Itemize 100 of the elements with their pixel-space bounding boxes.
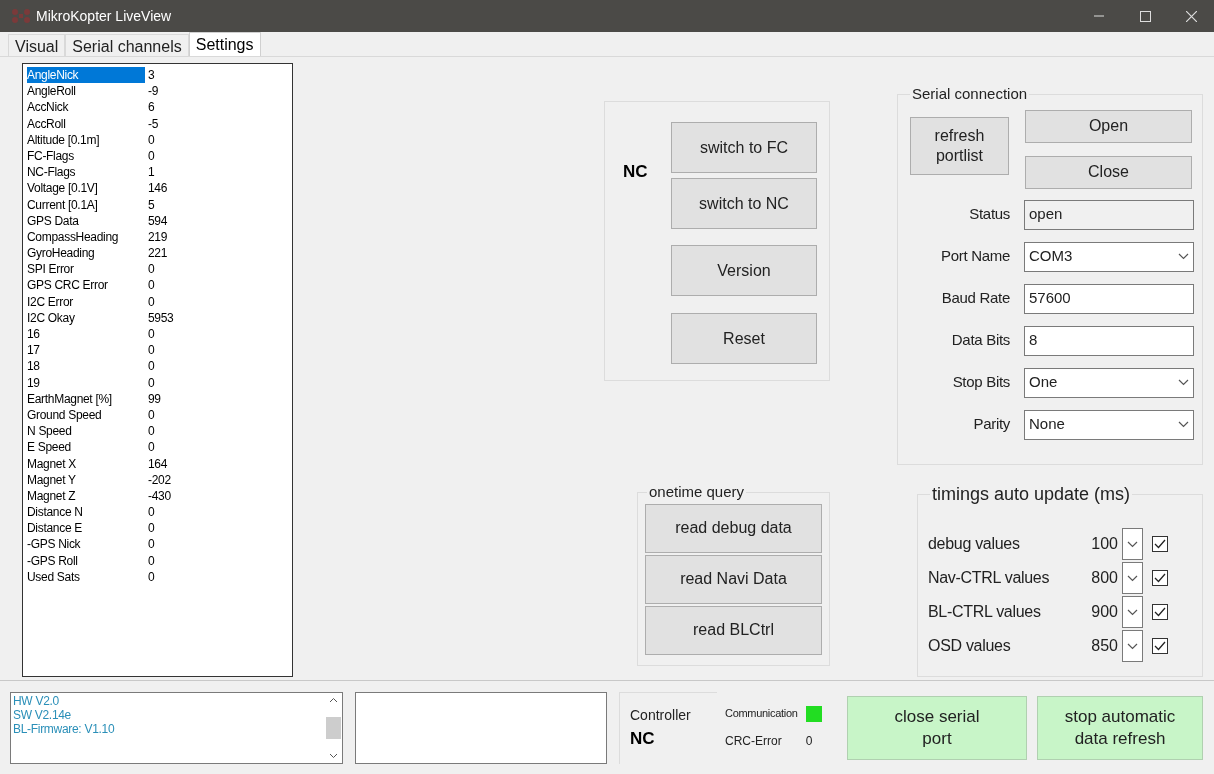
channel-name: FC-Flags: [27, 147, 75, 165]
list-row[interactable]: I2C Okay 5953: [27, 309, 292, 326]
channel-value: 6: [148, 99, 155, 116]
query-button[interactable]: read debug data: [645, 503, 822, 553]
stop-refresh-button[interactable]: stop automatic data refresh: [1037, 695, 1203, 760]
channel-name: Distance E: [27, 520, 84, 537]
tab[interactable]: Settings: [188, 32, 261, 56]
channel-name: Distance N: [27, 504, 84, 521]
close-button[interactable]: Close: [1025, 155, 1192, 189]
channel-name: GPS CRC Error: [27, 277, 109, 294]
check-icon: [1154, 607, 1166, 617]
tab[interactable]: Visual: [8, 34, 66, 56]
list-row[interactable]: -GPS Roll 0: [27, 552, 292, 569]
chevron-down-icon: [1178, 253, 1189, 260]
list-row[interactable]: Voltage [0.1V] 146: [27, 180, 292, 197]
chevron-down-icon: [1178, 379, 1189, 386]
chevron-down-icon: [1127, 642, 1138, 650]
spin-dropdown[interactable]: [1122, 630, 1143, 662]
close-icon: [1185, 10, 1197, 22]
channel-value: 0: [148, 358, 155, 375]
switch-button[interactable]: switch to NC: [671, 178, 817, 229]
channel-value: 0: [148, 536, 155, 553]
scroll-up-icon: [329, 696, 338, 703]
checkbox[interactable]: [1152, 604, 1168, 620]
channel-name: GyroHeading: [27, 245, 96, 262]
field-value: None: [1029, 414, 1065, 435]
channel-name: EarthMagnet [%]: [27, 390, 113, 407]
list-row[interactable]: Current [0.1A] 5: [27, 196, 292, 213]
reset-button[interactable]: Reset: [671, 313, 817, 364]
channel-value: -5: [148, 115, 159, 132]
list-row[interactable]: Ground Speed 0: [27, 406, 292, 424]
channel-name: -GPS Roll: [27, 552, 79, 569]
channel-value: 219: [148, 228, 168, 246]
list-row[interactable]: Used Sats 0: [27, 568, 292, 585]
dropdown[interactable]: COM3: [1024, 241, 1194, 272]
channel-name: Altitude [0.1m]: [27, 131, 101, 148]
channel-value: -202: [148, 471, 171, 488]
version-line: SW V2.14e: [13, 707, 72, 722]
list-row[interactable]: 18 0: [27, 358, 292, 375]
channel-value: 0: [148, 147, 155, 165]
input-field[interactable]: 57600: [1024, 283, 1194, 314]
list-row[interactable]: Magnet Z -430: [27, 487, 292, 505]
spin-dropdown[interactable]: [1122, 596, 1143, 628]
list-row[interactable]: SPI Error 0: [27, 261, 292, 278]
list-row[interactable]: E Speed 0: [27, 439, 292, 456]
close-port-button[interactable]: close serial port: [847, 695, 1027, 760]
refresh-button[interactable]: refresh portlist: [910, 116, 1009, 175]
channel-value: 1: [148, 164, 155, 181]
list-row[interactable]: N Speed 0: [27, 423, 292, 440]
list-row[interactable]: Distance E 0: [27, 520, 292, 537]
timing-label: OSD values: [928, 636, 1012, 656]
list-row[interactable]: -GPS Nick 0: [27, 536, 292, 553]
list-row[interactable]: 17 0: [27, 342, 292, 359]
timing-value: 100: [1090, 534, 1118, 554]
list-row[interactable]: Magnet Y -202: [27, 471, 292, 488]
list-row[interactable]: 19 0: [27, 374, 292, 391]
list-row[interactable]: AngleNick 3: [27, 67, 292, 84]
checkbox[interactable]: [1152, 638, 1168, 654]
list-row[interactable]: EarthMagnet [%] 99: [27, 390, 292, 407]
spin-dropdown[interactable]: [1122, 562, 1143, 594]
channel-value: 5: [148, 196, 155, 213]
list-row[interactable]: I2C Error 0: [27, 293, 292, 310]
query-button[interactable]: read BLCtrl: [645, 605, 822, 655]
channel-name: Magnet X: [27, 455, 77, 472]
input-field[interactable]: 8: [1024, 325, 1194, 356]
list-row[interactable]: AngleRoll -9: [27, 83, 292, 100]
chevron-down-icon: [1127, 608, 1138, 616]
list-row[interactable]: AccNick 6: [27, 99, 292, 116]
list-row[interactable]: GPS Data 594: [27, 212, 292, 229]
channel-name: Current [0.1A]: [27, 196, 99, 213]
checkbox[interactable]: [1152, 536, 1168, 552]
channel-value: 0: [148, 439, 155, 456]
list-row[interactable]: 16 0: [27, 326, 292, 343]
channel-value: 164: [148, 455, 168, 472]
list-row[interactable]: Distance N 0: [27, 504, 292, 521]
version-button[interactable]: Version: [671, 245, 817, 296]
list-row[interactable]: NC-Flags 1: [27, 164, 292, 181]
dropdown[interactable]: None: [1024, 409, 1194, 440]
timing-value: 900: [1090, 602, 1118, 622]
timing-value: 800: [1090, 568, 1118, 588]
channel-name: N Speed: [27, 423, 73, 440]
list-row[interactable]: GPS CRC Error 0: [27, 277, 292, 294]
list-row[interactable]: FC-Flags 0: [27, 147, 292, 165]
list-row[interactable]: CompassHeading 219: [27, 228, 292, 246]
open-button[interactable]: Open: [1025, 109, 1192, 143]
list-row[interactable]: Altitude [0.1m] 0: [27, 131, 292, 148]
switch-button[interactable]: switch to FC: [671, 122, 817, 173]
list-row[interactable]: Magnet X 164: [27, 455, 292, 472]
dropdown[interactable]: One: [1024, 367, 1194, 398]
list-row[interactable]: GyroHeading 221: [27, 245, 292, 262]
window-title: MikroKopter LiveView: [36, 6, 172, 26]
list-row[interactable]: AccRoll -5: [27, 115, 292, 132]
query-button[interactable]: read Navi Data: [645, 554, 822, 604]
tab[interactable]: Serial channels: [65, 34, 189, 56]
checkbox[interactable]: [1152, 570, 1168, 586]
spin-dropdown[interactable]: [1122, 528, 1143, 560]
controller-caption: Controller: [630, 705, 692, 725]
communication-label: Communication: [725, 706, 798, 722]
channel-value: 99: [148, 390, 161, 407]
channel-name: AccNick: [27, 99, 70, 116]
